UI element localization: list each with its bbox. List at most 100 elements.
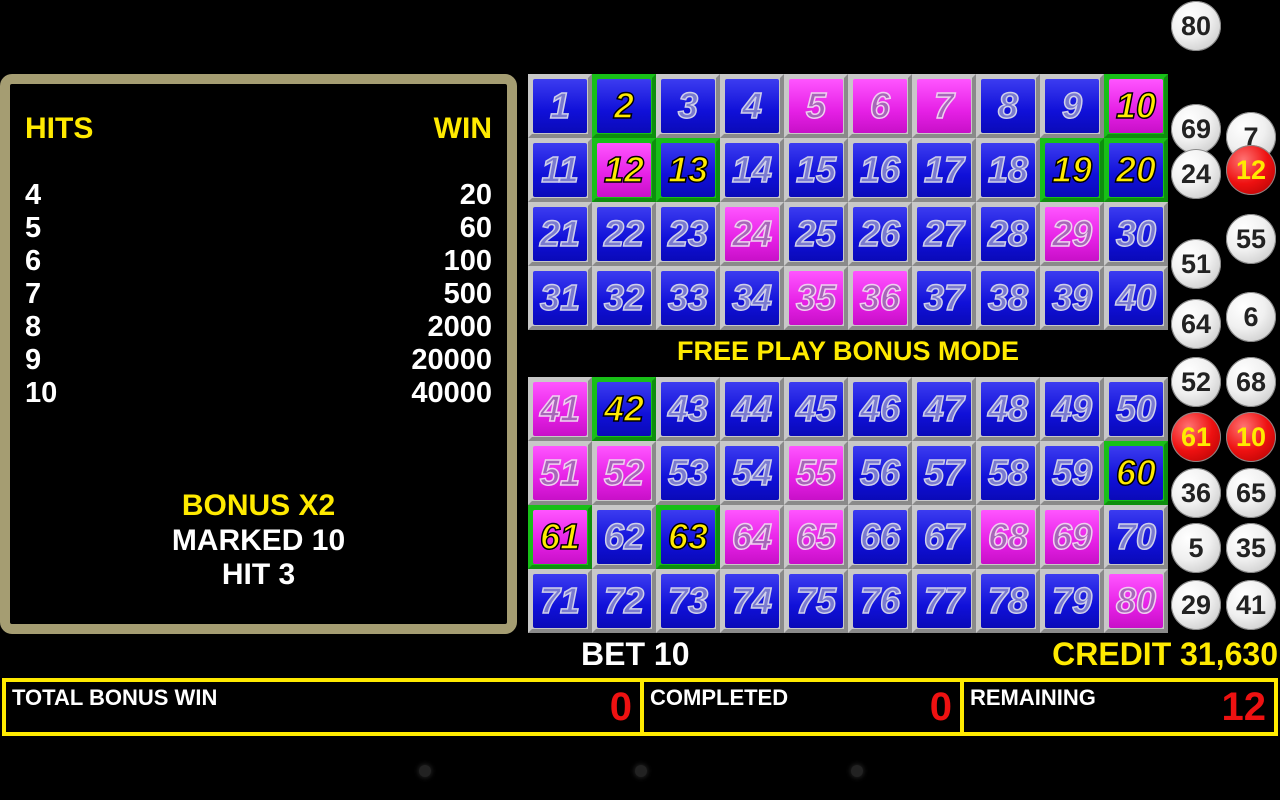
keno-number-cell[interactable]: 54 (720, 441, 784, 505)
keno-number-cell[interactable]: 22 (592, 202, 656, 266)
paytable-row: 8 2000 (25, 311, 492, 344)
keno-number-cell[interactable]: 2 (592, 74, 656, 138)
keno-number-cell[interactable]: 73 (656, 569, 720, 633)
nav-recents-icon[interactable] (851, 765, 863, 777)
keno-number-cell[interactable]: 21 (528, 202, 592, 266)
keno-number-cell[interactable]: 62 (592, 505, 656, 569)
keno-number-cell[interactable]: 51 (528, 441, 592, 505)
keno-number-cell[interactable]: 31 (528, 266, 592, 330)
keno-number-cell[interactable]: 23 (656, 202, 720, 266)
keno-number-cell[interactable]: 35 (784, 266, 848, 330)
keno-number-cell[interactable]: 36 (848, 266, 912, 330)
keno-number-cell[interactable]: 27 (912, 202, 976, 266)
keno-number-cell[interactable]: 14 (720, 138, 784, 202)
keno-number-cell[interactable]: 78 (976, 569, 1040, 633)
keno-number-cell[interactable]: 69 (1040, 505, 1104, 569)
keno-number-cell[interactable]: 80 (1104, 569, 1168, 633)
keno-number-cell[interactable]: 47 (912, 377, 976, 441)
keno-number-cell[interactable]: 74 (720, 569, 784, 633)
keno-number-label: 6 (853, 79, 907, 133)
keno-number-cell[interactable]: 7 (912, 74, 976, 138)
paytable-rows: 4 20 5 60 6 100 7 500 8 2000 9 20000 10 40000 (25, 179, 492, 410)
keno-number-cell[interactable]: 67 (912, 505, 976, 569)
keno-number-cell[interactable]: 17 (912, 138, 976, 202)
keno-number-cell[interactable]: 59 (1040, 441, 1104, 505)
keno-number-cell[interactable]: 10 (1104, 74, 1168, 138)
keno-number-cell[interactable]: 46 (848, 377, 912, 441)
keno-number-cell[interactable]: 72 (592, 569, 656, 633)
total-bonus-win-box: TOTAL BONUS WIN 0 (2, 678, 644, 736)
keno-number-cell[interactable]: 40 (1104, 266, 1168, 330)
keno-number-cell[interactable]: 60 (1104, 441, 1168, 505)
keno-number-cell[interactable]: 5 (784, 74, 848, 138)
keno-number-cell[interactable]: 3 (656, 74, 720, 138)
keno-number-cell[interactable]: 30 (1104, 202, 1168, 266)
keno-number-cell[interactable]: 26 (848, 202, 912, 266)
keno-number-cell[interactable]: 45 (784, 377, 848, 441)
keno-number-label: 69 (1045, 510, 1099, 564)
keno-number-cell[interactable]: 71 (528, 569, 592, 633)
keno-number-cell[interactable]: 65 (784, 505, 848, 569)
keno-number-cell[interactable]: 66 (848, 505, 912, 569)
keno-number-cell[interactable]: 77 (912, 569, 976, 633)
keno-number-cell[interactable]: 44 (720, 377, 784, 441)
keno-number-cell[interactable]: 18 (976, 138, 1040, 202)
keno-number-cell[interactable]: 33 (656, 266, 720, 330)
keno-number-cell[interactable]: 57 (912, 441, 976, 505)
keno-number-label: 31 (533, 271, 587, 325)
keno-number-cell[interactable]: 12 (592, 138, 656, 202)
keno-number-label: 65 (789, 510, 843, 564)
keno-number-cell[interactable]: 68 (976, 505, 1040, 569)
keno-number-label: 62 (597, 510, 651, 564)
keno-number-cell[interactable]: 64 (720, 505, 784, 569)
keno-number-cell[interactable]: 4 (720, 74, 784, 138)
keno-number-cell[interactable]: 20 (1104, 138, 1168, 202)
keno-number-cell[interactable]: 34 (720, 266, 784, 330)
keno-number-cell[interactable]: 70 (1104, 505, 1168, 569)
keno-number-label: 79 (1045, 574, 1099, 628)
keno-number-cell[interactable]: 16 (848, 138, 912, 202)
keno-number-cell[interactable]: 13 (656, 138, 720, 202)
keno-number-label: 70 (1109, 510, 1163, 564)
win-header: WIN (433, 112, 492, 145)
keno-number-label: 77 (917, 574, 971, 628)
keno-number-cell[interactable]: 50 (1104, 377, 1168, 441)
keno-number-cell[interactable]: 56 (848, 441, 912, 505)
keno-number-cell[interactable]: 39 (1040, 266, 1104, 330)
keno-number-cell[interactable]: 75 (784, 569, 848, 633)
keno-number-cell[interactable]: 19 (1040, 138, 1104, 202)
keno-number-cell[interactable]: 52 (592, 441, 656, 505)
keno-number-cell[interactable]: 9 (1040, 74, 1104, 138)
keno-number-cell[interactable]: 63 (656, 505, 720, 569)
keno-number-cell[interactable]: 41 (528, 377, 592, 441)
keno-number-label: 43 (661, 382, 715, 436)
keno-number-cell[interactable]: 11 (528, 138, 592, 202)
keno-number-cell[interactable]: 43 (656, 377, 720, 441)
keno-number-cell[interactable]: 49 (1040, 377, 1104, 441)
keno-number-cell[interactable]: 8 (976, 74, 1040, 138)
keno-number-cell[interactable]: 58 (976, 441, 1040, 505)
keno-number-cell[interactable]: 24 (720, 202, 784, 266)
keno-number-cell[interactable]: 37 (912, 266, 976, 330)
keno-number-cell[interactable]: 61 (528, 505, 592, 569)
bonus-multiplier-text: BONUS X2 (181, 489, 336, 522)
keno-number-cell[interactable]: 79 (1040, 569, 1104, 633)
keno-number-cell[interactable]: 38 (976, 266, 1040, 330)
drawn-ball: 55 (1226, 214, 1276, 264)
keno-number-cell[interactable]: 6 (848, 74, 912, 138)
keno-number-cell[interactable]: 76 (848, 569, 912, 633)
keno-number-cell[interactable]: 55 (784, 441, 848, 505)
keno-number-cell[interactable]: 15 (784, 138, 848, 202)
keno-number-label: 48 (981, 382, 1035, 436)
keno-number-cell[interactable]: 48 (976, 377, 1040, 441)
keno-number-cell[interactable]: 1 (528, 74, 592, 138)
keno-number-cell[interactable]: 53 (656, 441, 720, 505)
keno-number-cell[interactable]: 29 (1040, 202, 1104, 266)
keno-number-cell[interactable]: 25 (784, 202, 848, 266)
nav-home-icon[interactable] (635, 765, 647, 777)
keno-number-cell[interactable]: 28 (976, 202, 1040, 266)
nav-back-icon[interactable] (419, 765, 431, 777)
paytable-hits: 4 (25, 179, 42, 211)
keno-number-cell[interactable]: 42 (592, 377, 656, 441)
keno-number-cell[interactable]: 32 (592, 266, 656, 330)
